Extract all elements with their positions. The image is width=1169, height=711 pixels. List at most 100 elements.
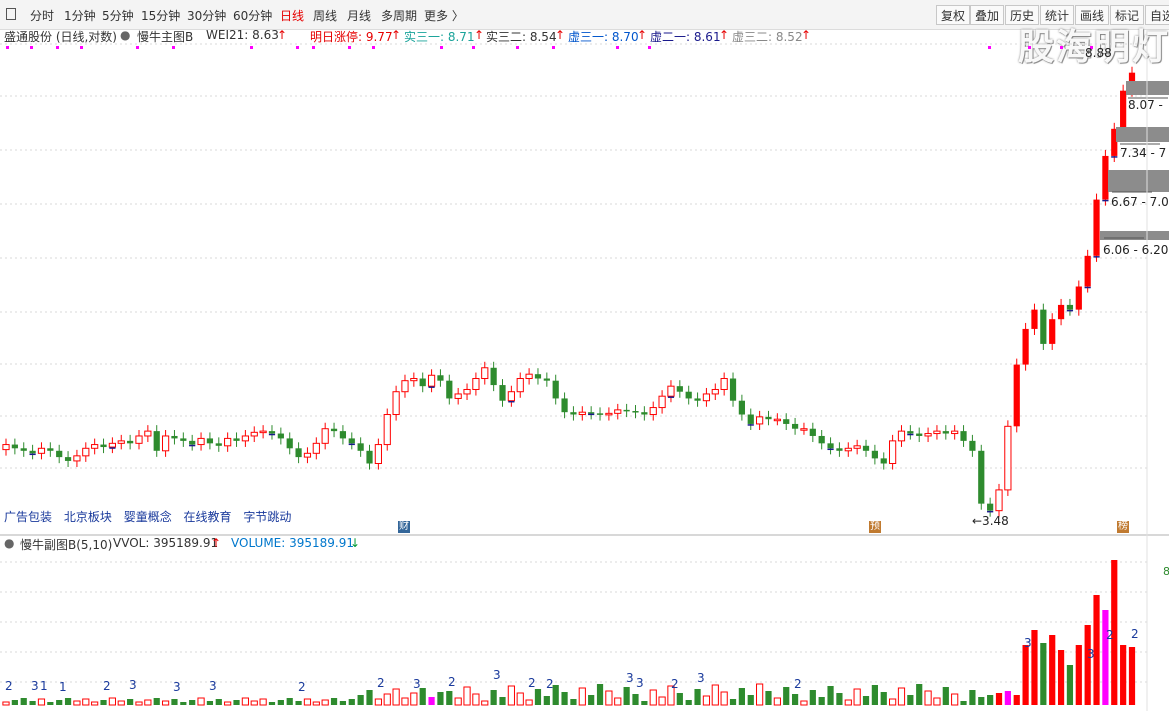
volume-bar (773, 697, 781, 706)
chart-grid (0, 43, 1147, 683)
volume-count-label: 3 (31, 679, 39, 693)
volume-count-label: 2 (298, 680, 306, 694)
volume-count-label: 3 (209, 679, 217, 693)
volume-bar (348, 699, 355, 705)
volume-bar (995, 693, 1003, 705)
candle-body (241, 435, 249, 442)
volume-bar (1075, 645, 1082, 705)
volume-bar (969, 690, 976, 705)
volume-bar (658, 696, 666, 706)
concept-tag[interactable]: 广告包装 (4, 510, 52, 524)
candle-body (171, 435, 178, 439)
candle-body (73, 455, 81, 462)
volume-bar (233, 700, 240, 705)
pink-dot (552, 46, 555, 49)
volume-bar (481, 700, 489, 706)
volume-bar (64, 698, 72, 705)
candle-body (303, 452, 312, 458)
volume-count-label: 2 (528, 676, 536, 690)
candle-body (286, 438, 293, 449)
candle-body (1004, 425, 1012, 491)
price-band (1108, 170, 1169, 192)
volume-bar (1004, 691, 1011, 705)
volume-bar (641, 701, 648, 705)
candle-body (889, 440, 897, 464)
volume-bar (1040, 643, 1047, 705)
candle-body (1049, 319, 1056, 344)
sub-indicator-name[interactable]: 慢牛副图B(5,10) (20, 536, 112, 553)
candle-body (499, 385, 506, 401)
candle-body (1102, 155, 1109, 200)
volume-bar (161, 700, 170, 706)
sub-indicator-settings-icon[interactable]: ● (4, 536, 14, 550)
volume-bar (649, 689, 657, 706)
candle-body (765, 416, 772, 420)
volume-count-label: 2 (448, 675, 456, 689)
volume-bar (1128, 647, 1136, 705)
volume-bar (108, 697, 116, 706)
candle-body (791, 423, 799, 429)
candle-body (702, 393, 711, 402)
candle-body (463, 388, 471, 395)
volume-bar (880, 692, 887, 705)
volume-bar (117, 700, 125, 706)
candle-body (161, 435, 170, 452)
candle-body (127, 440, 134, 444)
sub-indicator-bar: ● 慢牛副图B(5,10) VVOL: 395189.91 ↑ VOLUME: … (0, 536, 1169, 552)
volume-bar (791, 694, 799, 705)
low-price-label: ←3.48 (972, 514, 1009, 528)
volume-bar (286, 698, 293, 705)
candle-body (525, 373, 533, 380)
concept-tag[interactable]: 婴童概念 (124, 510, 172, 524)
pink-dot (56, 46, 59, 49)
volume-bar (942, 687, 949, 705)
volume-bar (960, 701, 967, 705)
volume-bar (127, 699, 134, 705)
kline-chart[interactable]: 2 3 1 1 2 3 3 3 2 2 3 2 32 2 3 3 2 3 2332 2 (0, 0, 1169, 711)
volume-bar (339, 701, 347, 705)
candle-series (2, 66, 1136, 517)
volume-bar (410, 692, 418, 706)
ranking-marker[interactable]: 榜 (1117, 521, 1129, 533)
volume-count-label: 1 (40, 679, 48, 693)
volume-bar (711, 684, 719, 706)
concept-tag[interactable]: 字节跳动 (243, 510, 291, 524)
candle-body (250, 431, 258, 437)
candle-body (454, 393, 462, 399)
candle-body (481, 367, 489, 380)
volume-count-label: 2 (794, 677, 802, 691)
volume-bar (951, 693, 959, 706)
financial-report-marker[interactable]: 财 (398, 521, 410, 533)
volume-bar (588, 695, 595, 705)
volume-bar (401, 697, 409, 706)
candle-body (1057, 304, 1065, 320)
volume-bar (268, 702, 276, 705)
volume-bar (614, 697, 622, 706)
candle-body (720, 378, 728, 390)
volume-count-label: 1 (59, 680, 67, 694)
candle-body (880, 458, 887, 464)
concept-tag[interactable]: 在线教育 (184, 510, 232, 524)
volume-count-label: 2 (103, 679, 111, 693)
volume-bar (747, 695, 754, 705)
candle-body (472, 378, 480, 390)
candle-body (189, 440, 196, 445)
candle-body (641, 412, 648, 415)
candle-body (800, 428, 808, 431)
volume-bar (765, 691, 772, 705)
candle-body (410, 378, 418, 382)
volume-bar (135, 701, 143, 706)
volume-bar (11, 700, 18, 705)
volume-bar (1120, 645, 1127, 705)
candle-body (916, 433, 923, 436)
concept-tag[interactable]: 北京板块 (64, 510, 112, 524)
volume-bar (1102, 610, 1109, 705)
forecast-marker[interactable]: 预 (869, 521, 881, 533)
volume-count-label: 3 (493, 668, 501, 682)
candle-body (658, 395, 666, 409)
candle-body (632, 411, 639, 413)
volume-bar (446, 691, 453, 705)
candle-body (853, 445, 861, 449)
volume-bar (685, 700, 692, 705)
candle-body (1022, 328, 1029, 365)
